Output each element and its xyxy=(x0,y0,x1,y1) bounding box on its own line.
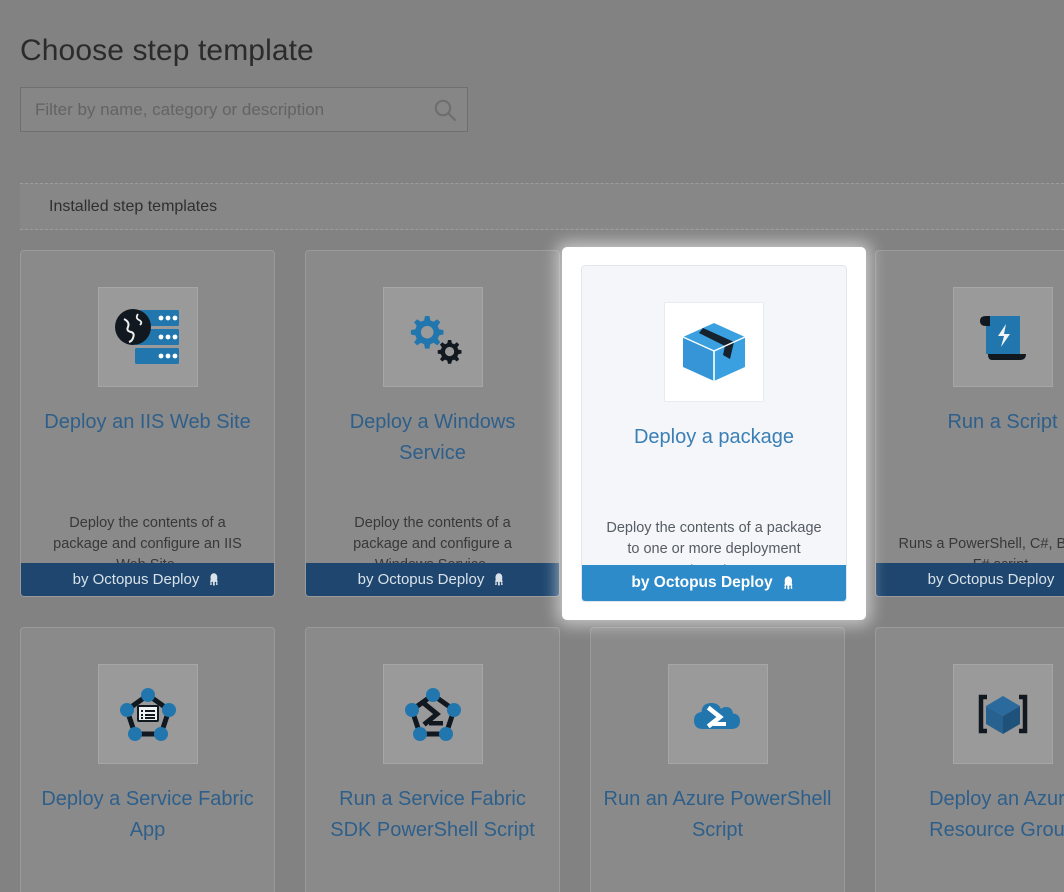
azure-cloud-powershell-icon xyxy=(668,664,768,764)
card-title: Deploy an IIS Web Site xyxy=(21,407,274,438)
card-title: Deploy a Service Fabric App xyxy=(21,784,274,846)
card-author-footer: by Octopus Deploy xyxy=(21,563,274,596)
octopus-logo-icon xyxy=(207,572,222,587)
script-scroll-icon xyxy=(953,287,1053,387)
search-box[interactable] xyxy=(20,87,468,132)
card-author-label: by Octopus Deploy xyxy=(358,571,485,588)
card-title: Deploy a Windows Service xyxy=(306,407,559,469)
gears-icon xyxy=(383,287,483,387)
card-title: Deploy a package xyxy=(582,422,846,453)
card-author-label: by Octopus Deploy xyxy=(631,574,772,592)
step-template-card[interactable]: Deploy a Windows Service Deploy the cont… xyxy=(305,250,560,597)
search-input[interactable] xyxy=(21,88,423,131)
step-template-card[interactable]: Deploy a Service Fabric App Deploy the c… xyxy=(20,627,275,892)
card-author-label: by Octopus Deploy xyxy=(73,571,200,588)
step-template-card[interactable]: Run a Service Fabric SDK PowerShell Scri… xyxy=(305,627,560,892)
octopus-logo-icon xyxy=(492,572,507,587)
card-title: Run a Service Fabric SDK PowerShell Scri… xyxy=(306,784,559,846)
page-title: Choose step template xyxy=(20,0,1064,69)
search-icon[interactable] xyxy=(423,88,467,131)
step-template-grid: Deploy an IIS Web Site Deploy the conten… xyxy=(20,250,1064,892)
card-title: Run a Script xyxy=(876,407,1064,438)
choose-step-template-page: Choose step template Installed step temp… xyxy=(0,0,1064,892)
card-title: Deploy an Azure Resource Group xyxy=(876,784,1064,846)
package-box-icon xyxy=(664,302,764,402)
card-author-footer: by Octopus Deploy xyxy=(582,565,846,601)
card-author-footer: by Octopus Deploy xyxy=(876,563,1064,596)
section-header-label: Installed step templates xyxy=(49,198,217,216)
step-template-card[interactable]: Deploy an Azure Resource Group Deploy an… xyxy=(875,627,1064,892)
service-fabric-icon xyxy=(98,664,198,764)
step-template-card[interactable]: Run a Script Runs a PowerShell, C#, Bash… xyxy=(875,250,1064,597)
azure-resource-group-icon xyxy=(953,664,1053,764)
iis-web-site-icon xyxy=(98,287,198,387)
card-title: Run an Azure PowerShell Script xyxy=(591,784,844,846)
selected-step-template-spotlight: Deploy a package Deploy the contents of … xyxy=(562,247,866,620)
card-author-label: by Octopus Deploy xyxy=(928,571,1055,588)
service-fabric-powershell-icon xyxy=(383,664,483,764)
step-template-card-selected[interactable]: Deploy a package Deploy the contents of … xyxy=(581,265,847,602)
card-author-footer: by Octopus Deploy xyxy=(306,563,559,596)
step-template-card[interactable]: Run an Azure PowerShell Script Runs Powe… xyxy=(590,627,845,892)
section-header-installed: Installed step templates xyxy=(20,183,1064,230)
step-template-card[interactable]: Deploy an IIS Web Site Deploy the conten… xyxy=(20,250,275,597)
octopus-logo-icon xyxy=(781,575,797,591)
